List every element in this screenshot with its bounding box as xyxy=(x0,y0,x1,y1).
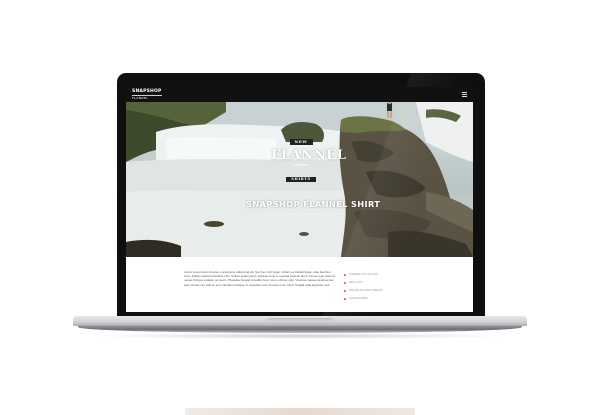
laptop-base-bottom xyxy=(78,326,522,333)
laptop-opening-notch xyxy=(268,318,332,322)
hero-heading: SNAPSHOP FLANNEL SHIRT xyxy=(246,199,381,209)
content-section: Lorem ipsum dolor sit amet, consectetur … xyxy=(126,257,473,312)
sidebar-links: SUMMER COLLECTION NEW LOOK WINTER FASHIO… xyxy=(344,271,444,303)
site-logo-text: SNAPSHOP xyxy=(132,89,162,94)
badge-shirts-label: SHIRTS xyxy=(286,176,316,182)
laptop-screen: SNAPSHOP FLANNEL NEW FLANNEL collection … xyxy=(126,87,473,312)
sidebar-link[interactable]: SUMMER COLLECTION xyxy=(344,271,444,279)
bottom-image-strip xyxy=(185,408,415,415)
article-text: Lorem ipsum dolor sit amet, consectetur … xyxy=(184,270,336,287)
laptop-shadow xyxy=(90,333,510,339)
badge-new-label: NEW xyxy=(289,138,313,145)
sidebar-link[interactable]: ACCESSORIES xyxy=(344,295,444,303)
site-navbar: SNAPSHOP FLANNEL xyxy=(126,87,473,102)
collection-badge: NEW FLANNEL collection SHIRTS xyxy=(271,130,347,185)
badge-title: FLANNEL xyxy=(271,148,347,163)
sidebar-link[interactable]: NEW LOOK xyxy=(344,279,444,287)
hero-subtext: Lorem ipsum dolor sit amet, consectetur … xyxy=(262,213,344,216)
hero-banner: NEW FLANNEL collection SHIRTS SNAPSHOP F… xyxy=(126,102,473,257)
sidebar-link[interactable]: WINTER FASHION TRENDS xyxy=(344,287,444,295)
hamburger-menu-icon[interactable] xyxy=(462,92,467,97)
badge-collection-label: collection xyxy=(292,163,310,167)
site-logo-subtext: FLANNEL xyxy=(132,94,162,101)
site-logo[interactable]: SNAPSHOP FLANNEL xyxy=(132,89,162,101)
